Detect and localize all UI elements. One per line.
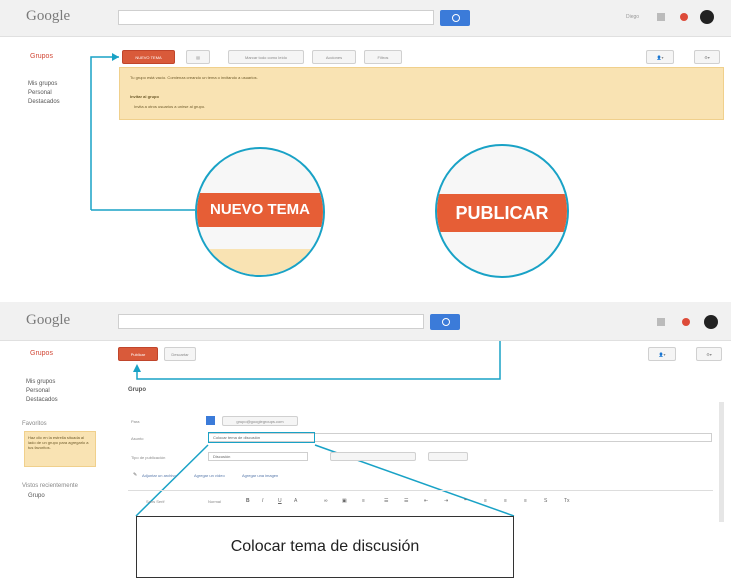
font-select[interactable]: Sans Serif: [146, 499, 164, 504]
sidebar-favorites[interactable]: Favoritos: [22, 420, 47, 428]
subject-highlight: [208, 432, 315, 443]
gear-icon: ⚙▾: [706, 352, 712, 357]
zoom-circle-new-topic: NUEVO TEMA: [195, 147, 325, 277]
sidebar-item[interactable]: Personal: [26, 387, 50, 395]
text-color-icon[interactable]: A: [294, 498, 297, 504]
tutorial-figure: { "top_screen": { "logo": "Google", "app…: [0, 0, 731, 578]
avatar[interactable]: [704, 315, 718, 329]
to-label: Para: [131, 419, 140, 424]
zoom-new-topic-label: NUEVO TEMA: [197, 193, 323, 227]
numbered-list-icon[interactable]: ☰: [384, 498, 388, 504]
zoom-notice-strip: [197, 249, 323, 275]
bold-icon[interactable]: B: [246, 498, 250, 504]
editor-toolbar: Sans Serif Normal B I U A ∞ ▣ ≡ ☰ ☰ ⇤ ⇥ …: [128, 490, 713, 515]
attach-link[interactable]: Adjuntar un archivo: [142, 473, 176, 478]
recipient-chip[interactable]: grupo@googlegroups.com: [222, 416, 298, 426]
favorites-tip-text: Haz clic en la estrella situada al lado …: [28, 435, 89, 450]
discard-button[interactable]: Descartar: [164, 347, 196, 361]
scrollbar[interactable]: [719, 402, 724, 522]
indent-more-icon[interactable]: ⇥: [444, 498, 448, 504]
zoom-publish-label: PUBLICAR: [437, 194, 567, 232]
indent-less-icon[interactable]: ⇤: [424, 498, 428, 504]
publish-button[interactable]: Publicar: [118, 347, 158, 361]
sidebar-recent-item[interactable]: Grupo: [28, 492, 45, 500]
attach-icon[interactable]: ✎: [133, 472, 137, 478]
type-select[interactable]: Discusión: [208, 452, 308, 461]
add-image-link[interactable]: Agregar una imagen: [242, 473, 278, 478]
favorites-tip: Haz clic en la estrella situada al lado …: [24, 431, 96, 467]
callout-box: Colocar tema de discusión: [136, 516, 514, 578]
bottom-header: Google: [0, 302, 731, 341]
add-video-link[interactable]: Agregar un vídeo: [194, 473, 225, 478]
preview-button[interactable]: [428, 452, 468, 461]
size-select[interactable]: Normal: [208, 499, 221, 504]
align-left-icon[interactable]: ≡: [484, 498, 487, 504]
bottom-screenshot: Google Grupos Publicar Descartar 👤▾ ⚙▾ M…: [0, 302, 731, 540]
arrow-line-new-topic: [90, 56, 119, 210]
quote-icon[interactable]: ❝: [464, 498, 467, 504]
sidebar-recent[interactable]: Vistos recientemente: [22, 482, 78, 490]
sidebar-item[interactable]: Mis grupos: [26, 378, 55, 386]
search-icon: [442, 318, 450, 326]
underline-icon[interactable]: U: [278, 498, 282, 504]
compose-title: Grupo: [128, 387, 146, 393]
type-value: Discusión: [213, 454, 231, 459]
align-icon[interactable]: ≡: [362, 498, 365, 504]
italic-icon[interactable]: I: [262, 498, 263, 504]
app-title[interactable]: Grupos: [30, 350, 53, 357]
post-option-button[interactable]: [330, 452, 416, 461]
link-icon[interactable]: ∞: [324, 498, 328, 504]
search-button[interactable]: [430, 314, 460, 330]
notifications-icon[interactable]: [682, 318, 690, 326]
type-label: Tipo de publicación: [131, 455, 166, 460]
subject-label: Asunto: [131, 436, 144, 441]
align-center-icon[interactable]: ≡: [504, 498, 507, 504]
image-icon[interactable]: ▣: [342, 498, 347, 504]
clear-format-icon[interactable]: Tx: [564, 498, 570, 504]
zoom-circle-publish: PUBLICAR: [435, 144, 569, 278]
settings-button[interactable]: ⚙▾: [696, 347, 722, 361]
google-logo: Google: [26, 312, 71, 328]
bulleted-list-icon[interactable]: ☰: [404, 498, 408, 504]
align-right-icon[interactable]: ≡: [524, 498, 527, 504]
group-icon: [206, 416, 215, 425]
arrow-head-new-topic: [112, 53, 119, 61]
apps-icon[interactable]: [657, 318, 665, 326]
people-button[interactable]: 👤▾: [648, 347, 676, 361]
sidebar-item[interactable]: Destacados: [26, 396, 58, 404]
strikethrough-icon[interactable]: S: [544, 498, 547, 504]
search-input[interactable]: [118, 314, 424, 329]
